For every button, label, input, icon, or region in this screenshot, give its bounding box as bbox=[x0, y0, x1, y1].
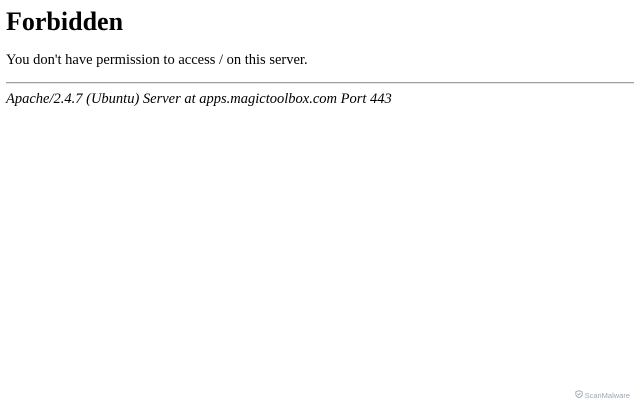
page-title: Forbidden bbox=[6, 7, 124, 36]
error-page: Forbidden You don't have permission to a… bbox=[0, 7, 640, 108]
scanmalware-logo-icon bbox=[574, 390, 583, 400]
scanmalware-watermark: ScanMalware bbox=[574, 390, 630, 400]
error-message: You don't have permission to access / on… bbox=[6, 52, 308, 68]
server-signature: Apache/2.4.7 (Ubuntu) Server at apps.mag… bbox=[6, 91, 392, 107]
watermark-label: ScanMalware bbox=[584, 390, 630, 400]
divider bbox=[6, 82, 634, 84]
